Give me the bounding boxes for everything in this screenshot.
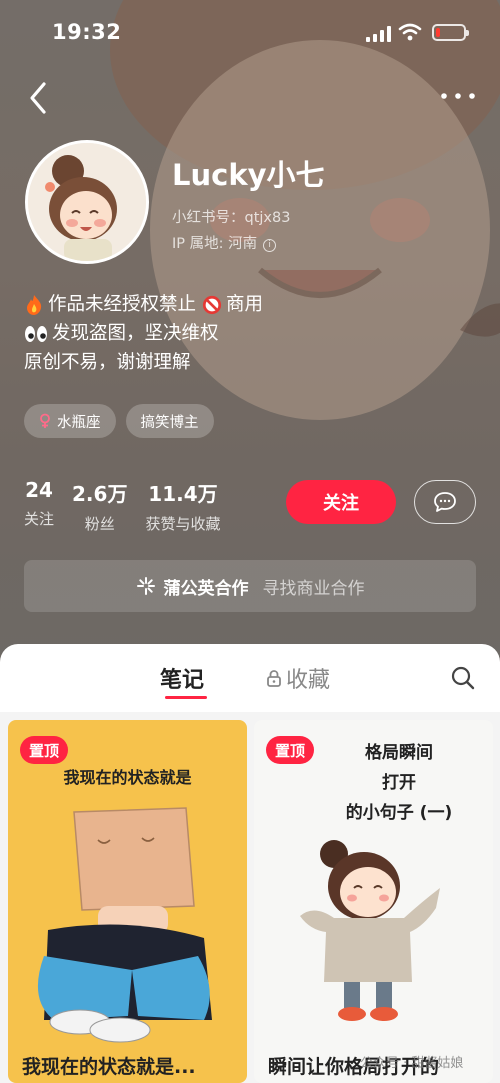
- prohibited-icon: [202, 295, 222, 314]
- bio-line-1-end: 商用: [226, 294, 264, 315]
- tag-zodiac[interactable]: 水瓶座: [24, 404, 116, 438]
- status-time: 19:32: [52, 20, 122, 44]
- stat-following-value: 24: [25, 478, 53, 502]
- eyes-icon: [25, 325, 47, 342]
- stat-likes-label: 获赞与收藏: [145, 515, 221, 533]
- bio-line-1: 作品未经授权禁止: [48, 294, 197, 315]
- business-subtitle: 寻找商业合作: [262, 578, 365, 599]
- lock-icon: [267, 670, 281, 687]
- signal-icon: [366, 26, 391, 42]
- stat-likes-value: 11.4万: [148, 482, 218, 506]
- stat-following[interactable]: 24 关注: [24, 478, 54, 534]
- battery-icon: [432, 24, 469, 41]
- status-bar: 19:32: [0, 0, 500, 64]
- stat-followers-value: 2.6万: [72, 482, 128, 506]
- note-title[interactable]: 我现在的状态就是...: [22, 1052, 196, 1079]
- stat-followers-label: 粉丝: [84, 515, 115, 533]
- tab-favorites-label: 收藏: [286, 668, 331, 693]
- avatar[interactable]: [25, 140, 149, 264]
- card-cover-illustration: [300, 840, 440, 1021]
- bio-line-3: 原创不易，谢谢理解: [24, 352, 191, 373]
- note-card[interactable]: 置顶 格局瞬间 打开 的小句子 (一): [254, 720, 493, 1083]
- info-icon[interactable]: i: [263, 239, 277, 252]
- card-cover-illustration: [37, 807, 212, 1043]
- ip-location-text: IP 属地: 河南: [172, 236, 258, 252]
- tag-category-label: 搞笑博主: [140, 414, 199, 431]
- stat-likes[interactable]: 11.4万 获赞与收藏: [145, 478, 220, 534]
- stat-following-label: 关注: [24, 510, 55, 528]
- active-tab-indicator: [165, 696, 207, 699]
- watermark: 公众号 · 甜酱姑娘: [360, 1056, 464, 1071]
- tab-favorites[interactable]: 收藏: [266, 662, 330, 694]
- back-arrow-icon[interactable]: [22, 78, 56, 118]
- profile-stats: 24 关注 2.6万 粉丝 11.4万 获赞与收藏: [24, 478, 238, 534]
- more-options-icon[interactable]: [438, 84, 478, 108]
- profile-id[interactable]: 小红书号：qtjx83: [172, 206, 290, 227]
- follow-button[interactable]: 关注: [286, 480, 396, 524]
- avatar-illustration: [28, 143, 146, 261]
- chat-bubble-icon: [434, 492, 456, 512]
- fire-icon: [27, 294, 42, 315]
- ip-location[interactable]: IP 属地: 河南 i: [172, 232, 277, 253]
- wifi-icon: [398, 23, 422, 41]
- tag-zodiac-label: 水瓶座: [57, 414, 101, 431]
- profile-bio: 作品未经授权禁止 商用 发现盗图，坚决维权 原创不易，谢谢理解: [24, 290, 263, 377]
- profile-tags: 水瓶座 搞笑博主: [24, 404, 214, 438]
- profile-tabs: 笔记 收藏: [0, 644, 500, 706]
- female-icon: [40, 413, 50, 428]
- business-title: 蒲公英合作: [163, 578, 249, 599]
- profile-name: Lucky小七: [172, 158, 325, 192]
- note-card[interactable]: 置顶 我现在的状态就是: [8, 720, 247, 1083]
- message-button[interactable]: [414, 480, 476, 524]
- tag-category[interactable]: 搞笑博主: [125, 404, 214, 438]
- tab-notes[interactable]: 笔记: [160, 662, 204, 694]
- business-cooperation-bar[interactable]: 蒲公英合作 寻找商业合作: [24, 560, 476, 612]
- search-icon[interactable]: [450, 665, 476, 691]
- stat-followers[interactable]: 2.6万 粉丝: [72, 478, 127, 534]
- bio-line-2: 发现盗图，坚决维权: [52, 323, 219, 344]
- dandelion-icon: [136, 577, 155, 595]
